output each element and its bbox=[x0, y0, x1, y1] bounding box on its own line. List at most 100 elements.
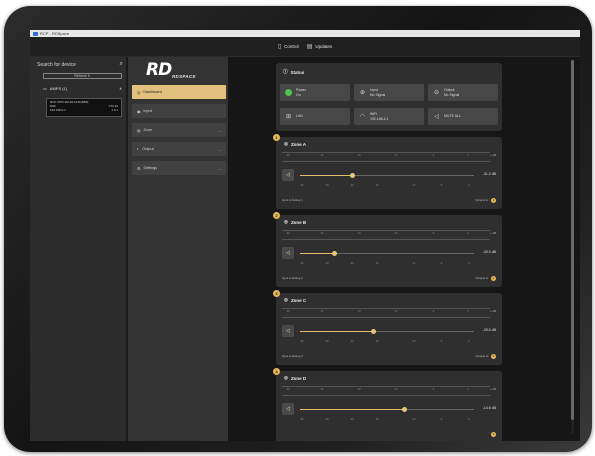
amp-device-card[interactable]: RCP-XPD-1M-48-1040-8800 R&F V70.10 192.1… bbox=[46, 98, 122, 117]
meter-line bbox=[282, 230, 490, 231]
output-badge[interactable]: 2 bbox=[491, 275, 496, 281]
nav-item-label: Settings bbox=[143, 166, 158, 170]
refresh-label: Refresh bbox=[74, 74, 87, 78]
dashboard-main: ⓘ Status Power On ⊕ Input No Signal ⊖ Ou… bbox=[228, 57, 580, 441]
zone-mute-button[interactable]: ◁ bbox=[282, 169, 294, 181]
zone-mute-button[interactable]: ◁ bbox=[282, 247, 294, 259]
slider-tick-label: 0 bbox=[468, 184, 470, 187]
slider-tick-label: -60 bbox=[325, 340, 329, 343]
zone-source: Input is Analog 1 bbox=[282, 198, 303, 202]
tile-value: 192.168.4.1 bbox=[370, 116, 389, 121]
zone-outputs: Outputs to: 2 bbox=[475, 275, 496, 281]
slider-tick-label: -10 bbox=[412, 184, 416, 187]
meter-line bbox=[282, 317, 490, 318]
zone-mute-button[interactable]: ◁ bbox=[282, 325, 294, 337]
amps-label: AMPS (1) bbox=[49, 85, 68, 91]
meter-tick-label: -60 bbox=[286, 310, 290, 313]
zone-badge: 3 bbox=[273, 290, 280, 297]
slider-tick-label: -40 bbox=[350, 262, 354, 265]
zone-card: 1 ◎ Zone A -60 -40 -20 -10 -5 0 -∞ dB ◁ -80 -6… bbox=[273, 134, 502, 209]
speaker-icon: ◁ bbox=[434, 114, 439, 120]
volume-knob[interactable] bbox=[401, 407, 407, 412]
zone-footer: Input is Analog 2 Outputs to: 2 bbox=[282, 275, 496, 281]
zone-card: 3 ◎ Zone C -60 -40 -20 -10 -5 0 -∞ dB ◁ -80 -6… bbox=[273, 290, 502, 365]
chevron-down-icon: ⌄ bbox=[218, 127, 222, 133]
refresh-button[interactable]: Refresh ↻ bbox=[43, 73, 122, 79]
zone-outputs: Outputs to: 1 bbox=[475, 197, 496, 203]
tab-updates-label: Updates bbox=[315, 44, 333, 49]
nav-item-zone[interactable]: ◍ Zone ⌄ bbox=[132, 123, 226, 137]
status-tile-lan: ⊞ LAN bbox=[280, 108, 350, 125]
output-badge[interactable]: 4 bbox=[491, 431, 496, 437]
meter-tick-label: -40 bbox=[320, 154, 324, 157]
volume-knob[interactable] bbox=[332, 251, 338, 256]
scrollbar[interactable] bbox=[571, 60, 574, 434]
settings-icon: ⚙ bbox=[137, 166, 141, 171]
app-screen: RCP - RDSpace ▯ Control ▤ Updates Search… bbox=[30, 30, 580, 441]
zone-footer: Input is Analog 3 Outputs to: 3 bbox=[282, 353, 496, 359]
slider-tick-label: -5 bbox=[440, 262, 443, 265]
volume-slider[interactable]: -80 -60 -40 -20 -10 -5 0 bbox=[300, 173, 474, 187]
nav-item-output[interactable]: ◐ Output ⌄ bbox=[132, 142, 226, 156]
nav-item-settings[interactable]: ⚙ Settings ⌄ bbox=[132, 161, 226, 175]
speaker-icon: ◁ bbox=[286, 250, 290, 256]
chevron-down-icon: ⌄ bbox=[218, 146, 222, 152]
volume-knob[interactable] bbox=[349, 173, 355, 178]
volume-knob[interactable] bbox=[370, 329, 376, 334]
meter-tick-label: -40 bbox=[320, 232, 324, 235]
slider-tick-label: -5 bbox=[440, 184, 443, 187]
nav-item-label: Input bbox=[143, 109, 152, 113]
meter-tick-label: 0 bbox=[467, 388, 469, 391]
level-meter: -60 -40 -20 -10 -5 0 -∞ dB bbox=[282, 152, 496, 162]
volume-value: -25.6 dB bbox=[482, 328, 496, 332]
device-panel: Search for device ⌕ Refresh ↻ ▭ AMPS (1)… bbox=[30, 57, 127, 441]
zone-mute-button[interactable]: ◁ bbox=[282, 403, 294, 415]
volume-fill bbox=[300, 331, 374, 332]
slider-tick-label: -40 bbox=[350, 184, 354, 187]
zone-title: Zone D bbox=[290, 375, 307, 381]
slider-tick-label: -20 bbox=[375, 262, 379, 265]
power-indicator-icon bbox=[285, 89, 292, 96]
meter-tick-label: -10 bbox=[394, 388, 398, 391]
status-title: Status bbox=[290, 69, 305, 75]
device-search[interactable]: Search for device ⌕ bbox=[37, 60, 123, 69]
volume-slider[interactable]: -80 -60 -40 -20 -10 -5 0 bbox=[300, 407, 474, 421]
scrollbar-thumb[interactable] bbox=[571, 60, 574, 420]
tab-control[interactable]: ▯ Control bbox=[278, 43, 299, 50]
slider-tick-label: -40 bbox=[350, 340, 354, 343]
meter-tick-label: -5 bbox=[432, 388, 435, 391]
meter-tick-label: -20 bbox=[357, 388, 361, 391]
amps-group-header[interactable]: ▭ AMPS (1) ∧ bbox=[43, 84, 122, 92]
slider-tick-label: -20 bbox=[375, 340, 379, 343]
output-badge[interactable]: 1 bbox=[491, 197, 496, 203]
volume-slider[interactable]: -80 -60 -40 -20 -10 -5 0 bbox=[300, 251, 474, 265]
volume-fill bbox=[300, 409, 405, 410]
meter-tick-label: -60 bbox=[286, 232, 290, 235]
nav-item-input[interactable]: ◉ Input bbox=[132, 104, 226, 118]
meter-line bbox=[282, 308, 490, 309]
zone-footer: Input is Analog 1 Outputs to: 1 bbox=[282, 197, 496, 203]
search-icon[interactable]: ⌕ bbox=[120, 61, 123, 68]
meter-line bbox=[282, 152, 490, 153]
zone-source: Input is Analog 3 bbox=[282, 354, 303, 358]
app-icon bbox=[33, 31, 38, 36]
slider-tick-label: -20 bbox=[375, 184, 379, 187]
mute-all-button[interactable]: ◁ MUTE ALL bbox=[428, 108, 498, 125]
tile-value: On bbox=[296, 92, 301, 97]
slider-tick-label: -60 bbox=[325, 184, 329, 187]
status-tile-output: ⊖ Output No Signal bbox=[428, 84, 498, 101]
volume-value: -31.2 dB bbox=[482, 172, 496, 176]
volume-value: -40.0 dB bbox=[482, 250, 496, 254]
window-titlebar: RCP - RDSpace bbox=[30, 30, 580, 37]
tab-control-label: Control bbox=[284, 44, 299, 49]
zone-outputs-label: Outputs to: bbox=[475, 197, 489, 202]
slider-tick-label: -10 bbox=[412, 340, 416, 343]
zone-badge: 1 bbox=[273, 134, 280, 141]
volume-slider[interactable]: -80 -60 -40 -20 -10 -5 0 bbox=[300, 329, 474, 343]
tab-updates[interactable]: ▤ Updates bbox=[307, 43, 332, 50]
nav-item-dashboard[interactable]: ◎ Dashboard bbox=[132, 85, 226, 99]
output-badge[interactable]: 3 bbox=[491, 353, 496, 359]
meter-db-label: -∞ dB bbox=[489, 154, 496, 157]
slider-tick-label: 0 bbox=[468, 340, 470, 343]
meter-tick-label: -40 bbox=[320, 388, 324, 391]
